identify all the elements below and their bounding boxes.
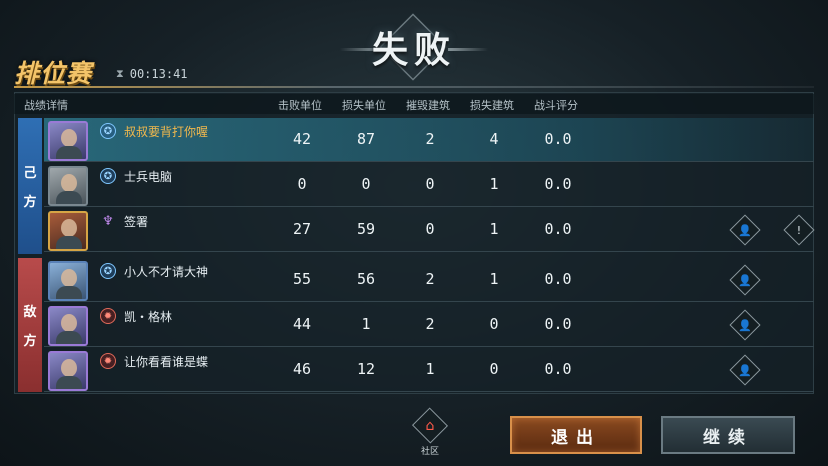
timer-value: 00:13:41	[129, 67, 188, 81]
player-row[interactable]: ✪ 士兵电脑 0 0 0 1 0.0	[44, 163, 814, 207]
stat-destroyed: 2	[425, 315, 435, 333]
section-label: 战绩详情	[24, 99, 68, 112]
player-name: 让你看看谁是蝶	[124, 355, 209, 369]
stat-destroyed: 0	[425, 220, 435, 238]
player-row[interactable]: ✪ 小人不才请大神 55 56 2 1 0.0 👤	[44, 258, 814, 302]
stat-kills: 55	[292, 270, 312, 288]
own-team-char-2: 方	[23, 195, 37, 210]
continue-button[interactable]: 继续	[661, 416, 795, 454]
stat-losses: 0	[361, 175, 371, 193]
add-friend-button[interactable]: 👤	[729, 309, 761, 341]
stat-lost-buildings: 0	[489, 315, 499, 333]
add-friend-icon: 👤	[738, 273, 752, 287]
result-title: 失败	[371, 30, 456, 71]
allied-faction-icon: ✪	[100, 263, 116, 279]
own-team-tag: 己 方	[18, 118, 42, 254]
player-name: 小人不才请大神	[124, 265, 209, 279]
col-kills: 击败单位	[278, 99, 322, 112]
add-friend-button[interactable]: 👤	[729, 354, 761, 386]
stat-score: 0.0	[544, 175, 572, 193]
soviet-faction-icon: ✹	[100, 353, 116, 369]
stat-destroyed: 1	[425, 360, 435, 378]
stat-kills: 46	[292, 360, 312, 378]
player-row[interactable]: ✹ 让你看看谁是蝶 46 12 1 0 0.0 👤	[44, 348, 814, 392]
stat-losses: 56	[356, 270, 376, 288]
community-label: 社区	[420, 447, 439, 457]
enemy-team-char-2: 方	[23, 334, 37, 349]
table-header: 战绩详情 击败单位 损失单位 摧毁建筑 损失建筑 战斗评分	[14, 94, 814, 114]
player-avatar[interactable]	[48, 261, 88, 301]
stat-lost-buildings: 1	[489, 270, 499, 288]
add-friend-button[interactable]: 👤	[729, 214, 761, 246]
allied-faction-icon: ✪	[100, 168, 116, 184]
col-destroyed: 摧毁建筑	[406, 99, 450, 112]
player-row[interactable]: ♆ 签署 27 59 0 1 0.0 👤 !	[44, 208, 815, 252]
player-name: 签署	[124, 215, 149, 229]
stat-losses: 59	[356, 220, 376, 238]
mode-title: 排位赛	[14, 59, 93, 88]
home-icon: ⌂	[425, 417, 435, 434]
stat-kills: 44	[292, 315, 312, 333]
enemy-team-tag: 敌 方	[18, 258, 42, 392]
player-row[interactable]: ✹ 凯・格林 44 1 2 0 0.0 👤	[44, 303, 814, 347]
stat-score: 0.0	[544, 130, 572, 148]
stat-score: 0.0	[544, 360, 572, 378]
stat-destroyed: 2	[425, 130, 435, 148]
stat-lost-buildings: 1	[489, 220, 499, 238]
community-button[interactable]: ⌂ 社区	[411, 407, 449, 457]
soviet-faction-icon: ✹	[100, 308, 116, 324]
player-name: 叔叔要背打你喔	[124, 125, 209, 139]
player-name: 凯・格林	[124, 310, 173, 324]
stat-score: 0.0	[544, 315, 572, 333]
stat-kills: 0	[297, 175, 307, 193]
add-friend-button[interactable]: 👤	[729, 264, 761, 296]
stat-losses: 87	[356, 130, 376, 148]
stat-losses: 12	[356, 360, 376, 378]
own-team-char-1: 己	[23, 166, 37, 181]
stat-score: 0.0	[544, 270, 572, 288]
report-button[interactable]: !	[783, 214, 815, 246]
stat-lost-buildings: 1	[489, 175, 499, 193]
stat-lost-buildings: 0	[489, 360, 499, 378]
player-avatar[interactable]	[48, 351, 88, 391]
add-friend-icon: 👤	[738, 363, 752, 377]
col-losses: 损失单位	[342, 99, 386, 112]
report-icon: !	[796, 223, 802, 237]
enemy-team-char-1: 敌	[23, 305, 37, 320]
stat-score: 0.0	[544, 220, 572, 238]
player-row[interactable]: ✪ 叔叔要背打你喔 42 87 2 4 0.0	[44, 118, 814, 162]
hourglass-icon: ⧗	[116, 67, 124, 80]
player-avatar[interactable]	[48, 121, 88, 161]
stat-kills: 27	[292, 220, 312, 238]
exit-button[interactable]: 退出	[510, 416, 642, 454]
stat-kills: 42	[292, 130, 312, 148]
player-avatar[interactable]	[48, 166, 88, 206]
col-score: 战斗评分	[534, 99, 578, 112]
add-friend-icon: 👤	[738, 318, 752, 332]
stat-destroyed: 0	[425, 175, 435, 193]
header-divider	[14, 86, 814, 88]
psi-faction-icon: ♆	[102, 213, 114, 229]
allied-faction-icon: ✪	[100, 123, 116, 139]
stat-destroyed: 2	[425, 270, 435, 288]
stat-losses: 1	[361, 315, 371, 333]
stat-lost-buildings: 4	[489, 130, 499, 148]
community-badge[interactable]: ⌂	[411, 407, 449, 444]
player-name: 士兵电脑	[124, 170, 173, 184]
match-timer: ⧗ 00:13:41	[116, 67, 188, 81]
player-avatar[interactable]	[48, 306, 88, 346]
player-avatar[interactable]	[48, 211, 88, 251]
result-banner: 失败	[340, 13, 488, 81]
col-lost-buildings: 损失建筑	[470, 99, 514, 112]
add-friend-icon: 👤	[738, 223, 752, 237]
